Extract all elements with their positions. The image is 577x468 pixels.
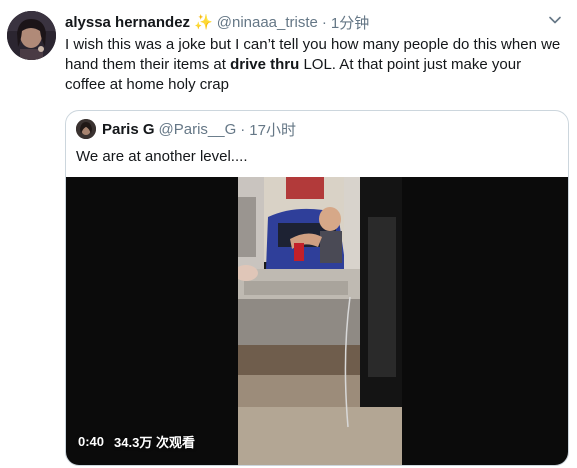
quoted-avatar-image — [76, 119, 96, 139]
tweet-text-bold: drive thru — [230, 56, 300, 73]
video-views: 34.3万 次观看 — [114, 435, 195, 450]
tweet-card[interactable]: alyssa hernandez ✨ @ninaaa_triste · 1分钟 … — [0, 0, 577, 468]
avatar-image — [7, 11, 56, 60]
separator-dot: · — [321, 13, 327, 31]
display-name[interactable]: alyssa hernandez — [65, 14, 190, 31]
user-handle[interactable]: @ninaaa_triste — [217, 14, 318, 31]
quoted-display-name[interactable]: Paris G — [102, 121, 155, 138]
video-player[interactable]: 0:40 34.3万 次观看 — [66, 177, 568, 465]
timestamp[interactable]: 1分钟 — [331, 12, 369, 33]
quoted-avatar[interactable] — [76, 119, 96, 139]
tweet-header: alyssa hernandez ✨ @ninaaa_triste · 1分钟 — [65, 11, 369, 33]
sparkle-icon: ✨ — [194, 13, 213, 31]
caret-down-icon[interactable] — [547, 12, 563, 28]
quoted-separator-dot: · — [240, 120, 246, 138]
avatar[interactable] — [7, 11, 56, 60]
video-overlay: 0:40 34.3万 次观看 — [78, 432, 195, 451]
quoted-text: We are at another level.... — [76, 148, 248, 165]
video-frame — [238, 177, 402, 465]
quoted-timestamp[interactable]: 17小时 — [249, 119, 296, 140]
quoted-handle[interactable]: @Paris__G — [159, 121, 237, 138]
quoted-header: Paris G @Paris__G · 17小时 — [102, 118, 296, 140]
tweet-text: I wish this was a joke but I can’t tell … — [65, 35, 565, 95]
video-duration: 0:40 — [78, 434, 105, 449]
quoted-tweet[interactable]: Paris G @Paris__G · 17小时 We are at anoth… — [65, 110, 569, 466]
